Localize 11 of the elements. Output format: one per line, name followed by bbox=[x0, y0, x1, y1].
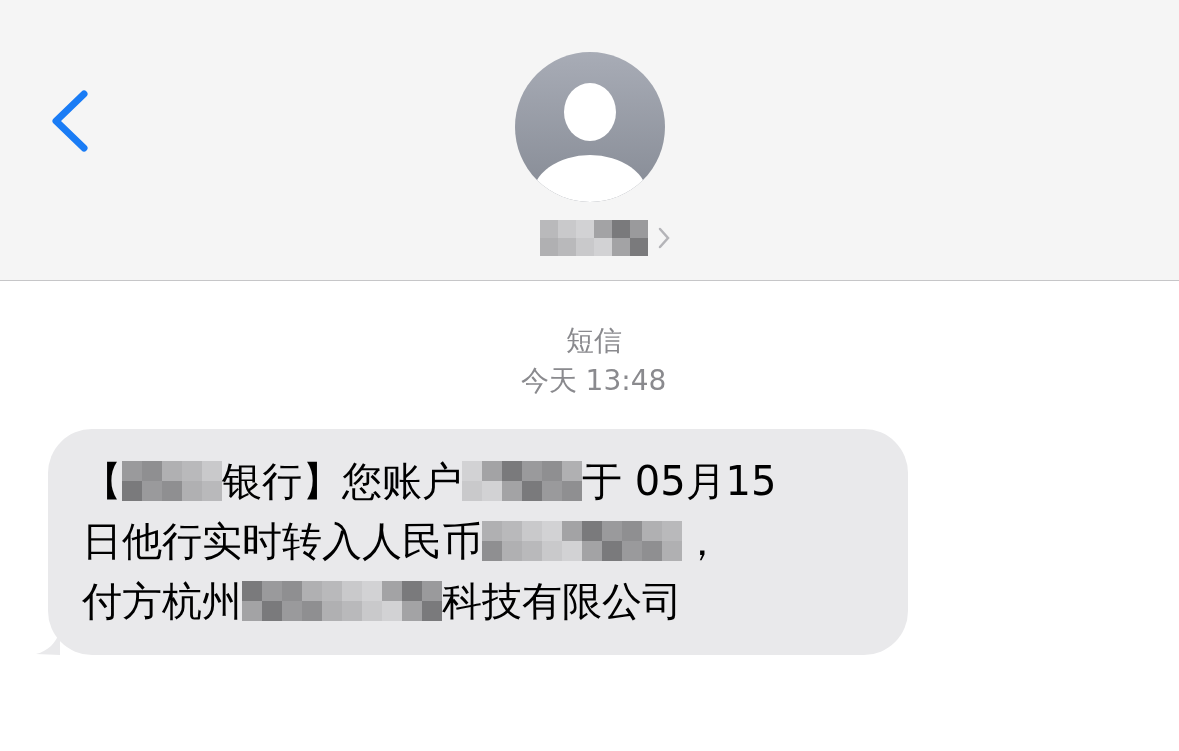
message-text: 银行】您账户 bbox=[222, 456, 462, 506]
message-text: 付方杭州 bbox=[82, 576, 242, 626]
message-text: 科技有限公司 bbox=[442, 576, 682, 626]
message-text: 于 05月15 bbox=[582, 456, 777, 506]
message-text: 【 bbox=[82, 456, 122, 506]
chevron-icon[interactable] bbox=[657, 227, 670, 249]
message-text: 日他行实时转入人民币 bbox=[82, 516, 482, 566]
timestamp: 今天 13:48 bbox=[520, 363, 667, 399]
avatar-icon[interactable] bbox=[514, 52, 665, 202]
message-text: ， bbox=[682, 516, 722, 566]
service-label: 短信 bbox=[565, 323, 622, 359]
